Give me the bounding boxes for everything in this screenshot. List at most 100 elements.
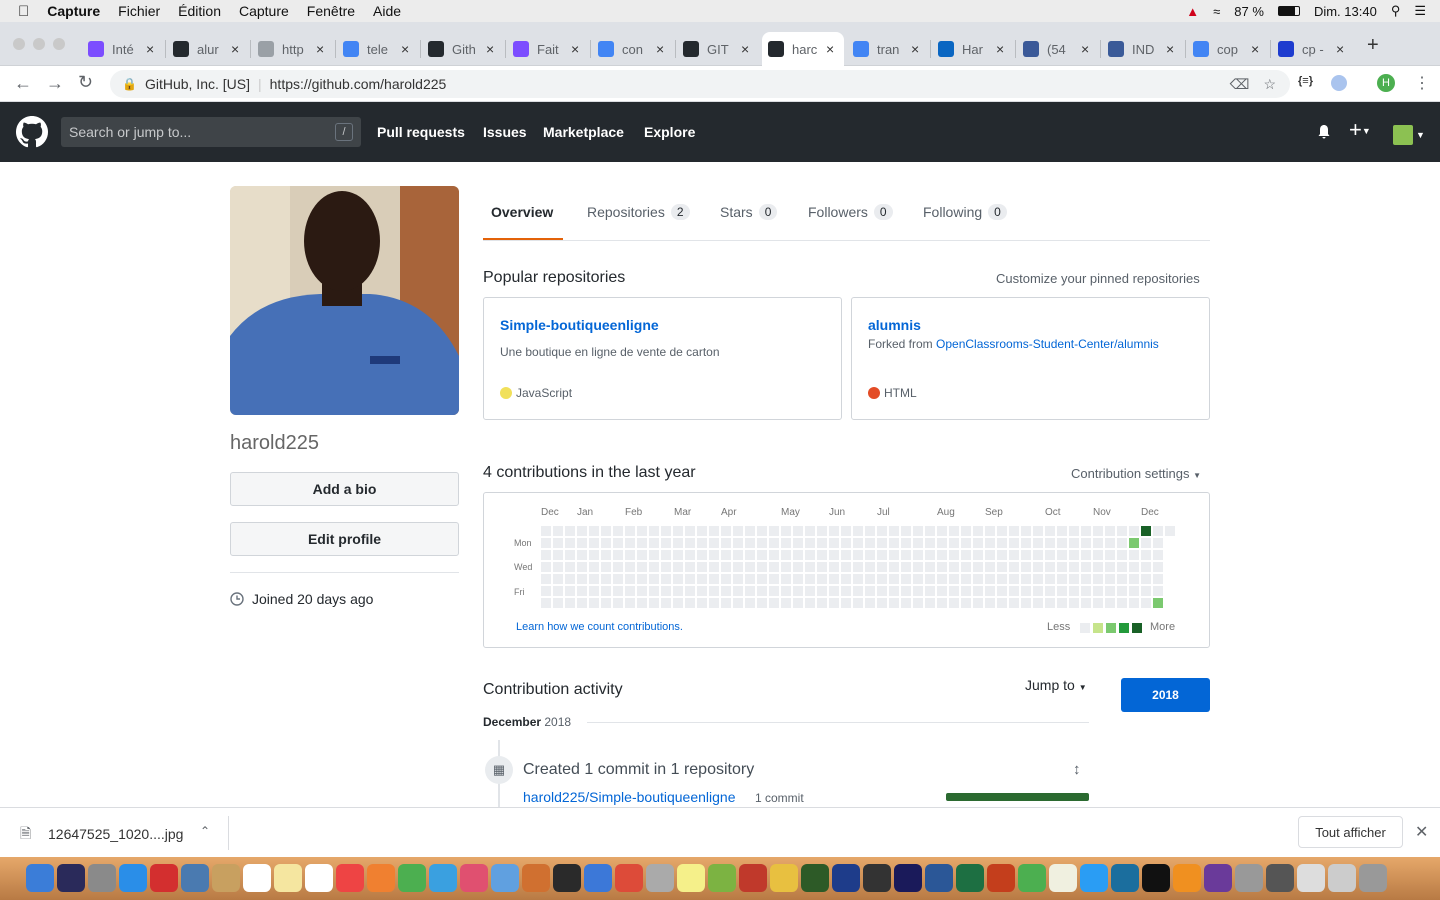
contribution-day[interactable]	[805, 562, 815, 572]
contribution-day[interactable]	[589, 526, 599, 536]
contribution-day[interactable]	[637, 574, 647, 584]
forked-from-link[interactable]: OpenClassrooms-Student-Center/alumnis	[936, 337, 1159, 351]
contribution-day[interactable]	[865, 586, 875, 596]
contribution-day[interactable]	[697, 562, 707, 572]
contribution-day[interactable]	[661, 574, 671, 584]
contribution-day[interactable]	[709, 598, 719, 608]
dock-app-icon[interactable]	[1173, 864, 1201, 892]
contribution-day[interactable]	[541, 562, 551, 572]
contribution-day[interactable]	[1117, 526, 1127, 536]
contribution-day[interactable]	[673, 538, 683, 548]
dock-app-icon[interactable]	[553, 864, 581, 892]
contribution-day[interactable]	[1117, 574, 1127, 584]
browser-tab[interactable]: tele ×	[337, 32, 419, 66]
contribution-day[interactable]	[1021, 598, 1031, 608]
profile-photo[interactable]	[230, 186, 459, 415]
contribution-day[interactable]	[601, 586, 611, 596]
contribution-day[interactable]	[541, 538, 551, 548]
contribution-day[interactable]	[589, 574, 599, 584]
contribution-day[interactable]	[601, 598, 611, 608]
dock-app-icon[interactable]	[491, 864, 519, 892]
dock-app-icon[interactable]	[1080, 864, 1108, 892]
dock-app-icon[interactable]	[460, 864, 488, 892]
contribution-day[interactable]	[637, 586, 647, 596]
contribution-day[interactable]	[877, 526, 887, 536]
contribution-day[interactable]	[1105, 526, 1115, 536]
contribution-day[interactable]	[1009, 562, 1019, 572]
contribution-day[interactable]	[841, 550, 851, 560]
contribution-day[interactable]	[625, 586, 635, 596]
contribution-day[interactable]	[601, 550, 611, 560]
contribution-day[interactable]	[1141, 550, 1151, 560]
contribution-day[interactable]	[673, 550, 683, 560]
contribution-day[interactable]	[889, 598, 899, 608]
contribution-day[interactable]	[817, 550, 827, 560]
dock-app-icon[interactable]	[119, 864, 147, 892]
contribution-day[interactable]	[565, 586, 575, 596]
close-tab-icon[interactable]: ×	[401, 41, 409, 57]
contribution-day[interactable]	[877, 562, 887, 572]
contribution-day[interactable]	[973, 526, 983, 536]
contribution-day[interactable]	[1021, 574, 1031, 584]
contribution-day[interactable]	[697, 574, 707, 584]
browser-tab[interactable]: Gith ×	[422, 32, 504, 66]
contribution-day[interactable]	[997, 598, 1007, 608]
contribution-day[interactable]	[961, 598, 971, 608]
contribution-day[interactable]	[613, 550, 623, 560]
contribution-day[interactable]	[685, 538, 695, 548]
contribution-day[interactable]	[877, 598, 887, 608]
contribution-day[interactable]	[1105, 598, 1115, 608]
clock[interactable]: Dim. 13:40	[1314, 4, 1377, 19]
contribution-day[interactable]	[1117, 538, 1127, 548]
dock-app-icon[interactable]	[212, 864, 240, 892]
contribution-day[interactable]	[649, 562, 659, 572]
contribution-day[interactable]	[1129, 586, 1139, 596]
contribution-day[interactable]	[997, 526, 1007, 536]
learn-contributions-link[interactable]: Learn how we count contributions.	[516, 621, 683, 633]
contribution-day[interactable]	[697, 598, 707, 608]
dock-app-icon[interactable]	[1235, 864, 1263, 892]
contribution-day[interactable]	[841, 598, 851, 608]
contribution-day[interactable]	[841, 562, 851, 572]
contribution-day[interactable]	[853, 562, 863, 572]
contribution-day[interactable]	[1117, 598, 1127, 608]
contribution-day[interactable]	[853, 526, 863, 536]
dock-app-icon[interactable]	[894, 864, 922, 892]
contribution-day[interactable]	[721, 562, 731, 572]
contribution-day[interactable]	[661, 562, 671, 572]
contribution-day[interactable]	[733, 550, 743, 560]
contribution-day[interactable]	[673, 562, 683, 572]
menu-app[interactable]: Capture	[47, 3, 100, 19]
contribution-day[interactable]	[805, 598, 815, 608]
contribution-day[interactable]	[781, 598, 791, 608]
contribution-day[interactable]	[937, 526, 947, 536]
contribution-day[interactable]	[1165, 526, 1175, 536]
contribution-day[interactable]	[625, 598, 635, 608]
contribution-day[interactable]	[745, 526, 755, 536]
contribution-day[interactable]	[769, 550, 779, 560]
contribution-day[interactable]	[865, 598, 875, 608]
browser-tab[interactable]: tran ×	[847, 32, 929, 66]
bookmark-star-icon[interactable]: ☆	[1263, 76, 1276, 93]
dock-app-icon[interactable]	[615, 864, 643, 892]
contribution-day[interactable]	[625, 574, 635, 584]
contribution-day[interactable]	[781, 526, 791, 536]
contribution-day[interactable]	[1069, 550, 1079, 560]
contribution-day[interactable]	[649, 598, 659, 608]
contribution-day[interactable]	[661, 598, 671, 608]
contribution-day[interactable]	[997, 586, 1007, 596]
contribution-day[interactable]	[553, 526, 563, 536]
contribution-day[interactable]	[1057, 574, 1067, 584]
browser-tab[interactable]: Har ×	[932, 32, 1014, 66]
contribution-day[interactable]	[733, 586, 743, 596]
contribution-day[interactable]	[817, 598, 827, 608]
dock-app-icon[interactable]	[956, 864, 984, 892]
contribution-day[interactable]	[601, 562, 611, 572]
contribution-day[interactable]	[913, 598, 923, 608]
year-2018-button[interactable]: 2018	[1121, 678, 1210, 712]
notification-center-icon[interactable]: ☰	[1414, 3, 1426, 19]
contribution-day[interactable]	[577, 598, 587, 608]
contribution-day[interactable]	[649, 574, 659, 584]
contribution-day[interactable]	[937, 598, 947, 608]
contribution-day[interactable]	[877, 538, 887, 548]
